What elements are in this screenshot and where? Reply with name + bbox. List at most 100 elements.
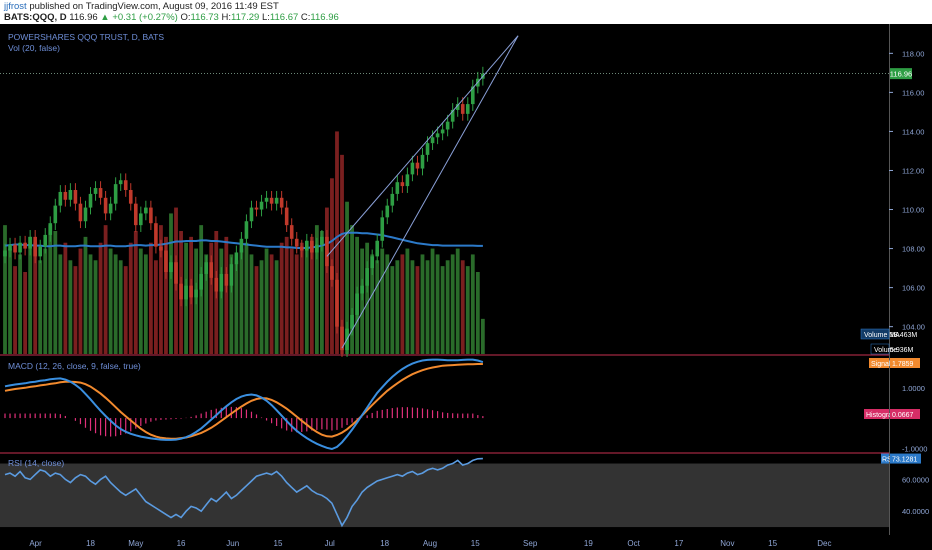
candle-body <box>365 268 369 286</box>
candle-body <box>299 246 304 251</box>
rsi-tick-label[interactable]: 60.0000 <box>902 475 929 484</box>
price-tick-label[interactable]: 106.00 <box>902 284 925 293</box>
volume-bar <box>138 248 143 354</box>
candle-body <box>194 289 198 298</box>
candle-body <box>325 236 329 267</box>
candle-body <box>279 197 284 208</box>
volume-bar <box>244 242 249 354</box>
volume-bar <box>118 260 123 354</box>
candle-body <box>375 240 380 257</box>
volume-bar <box>455 248 460 354</box>
candle-body <box>118 180 123 185</box>
candle-body <box>18 242 22 253</box>
time-tick-label[interactable]: Oct <box>627 539 640 548</box>
candle-body <box>43 234 48 247</box>
last-price: 116.96 <box>69 12 98 23</box>
rsi-pane[interactable]: RSI <box>0 453 894 528</box>
volume-bar <box>375 260 380 354</box>
candle-body <box>53 205 58 224</box>
time-tick-label[interactable]: Aug <box>423 539 437 548</box>
price-tick-label[interactable]: 118.00 <box>902 49 924 58</box>
candle-body <box>420 154 425 169</box>
volume-bar <box>450 254 455 354</box>
candle-body <box>294 238 299 247</box>
time-tick-label[interactable]: 16 <box>177 539 186 548</box>
time-tick-label[interactable]: 17 <box>674 539 683 548</box>
candle-body <box>73 190 78 204</box>
candle-body <box>239 238 244 253</box>
volume-bar <box>435 254 440 354</box>
volume-bar <box>58 254 63 354</box>
rsi-tick-label[interactable]: 40.0000 <box>902 507 929 516</box>
candle-body <box>305 240 309 251</box>
chart-canvas[interactable]: Volume MA18.463MVolume5.936M SignalHisto… <box>0 24 932 550</box>
volume-bar <box>269 254 274 354</box>
volume-bar <box>365 242 370 354</box>
price-tick-label[interactable]: 112.00 <box>902 166 924 175</box>
time-tick-label[interactable]: 15 <box>471 539 480 548</box>
candle-body <box>189 285 193 298</box>
candle-body <box>465 104 470 114</box>
time-tick-label[interactable]: May <box>128 539 143 548</box>
candle-body <box>330 266 334 280</box>
low-label: L: <box>261 12 270 23</box>
time-tick-label[interactable]: Jul <box>325 539 335 548</box>
candle-body <box>164 250 168 272</box>
volume-bar <box>234 260 239 354</box>
candle-body <box>415 162 420 169</box>
candle-body <box>209 262 214 278</box>
candle-body <box>320 236 324 245</box>
volume-bar <box>38 260 43 354</box>
volume-bar <box>294 254 299 354</box>
time-tick-label[interactable]: Sep <box>523 539 538 548</box>
candle-body <box>229 264 234 286</box>
candle-body <box>435 133 440 138</box>
time-tick-label[interactable]: 15 <box>274 539 283 548</box>
macd-indicator-label: MACD (12, 26, close, 9, false, true) <box>8 361 141 371</box>
time-tick-label[interactable]: 15 <box>768 539 777 548</box>
candle-body <box>355 293 359 315</box>
volume-bar <box>274 260 279 354</box>
time-tick-label[interactable]: Apr <box>29 539 42 548</box>
time-tick-label[interactable]: Nov <box>720 539 734 548</box>
price-tick-label[interactable]: 114.00 <box>902 127 924 136</box>
volume-legend-value: 5.936M <box>890 347 914 354</box>
candle-body <box>219 273 224 292</box>
candle-body <box>23 242 27 249</box>
volume-bar <box>73 266 78 354</box>
time-tick-label[interactable]: 18 <box>380 539 389 548</box>
volume-bar <box>279 242 284 354</box>
price-tick-label[interactable]: 110.00 <box>902 206 924 215</box>
publish-info: jjfrost published on TradingView.com, Au… <box>4 1 279 12</box>
volume-bar <box>103 225 108 354</box>
volume-bar <box>113 254 118 354</box>
volume-bar <box>83 236 88 354</box>
volume-bar <box>154 260 158 354</box>
volume-bar <box>440 266 445 354</box>
price-tick-label[interactable]: 104.00 <box>902 323 925 332</box>
rsi-value: 73.1281 <box>892 457 917 464</box>
candle-body <box>83 207 88 222</box>
candle-body <box>440 129 445 134</box>
price-tick-label[interactable]: 116.00 <box>902 88 924 97</box>
candle-body <box>133 203 138 226</box>
time-tick-label[interactable]: Dec <box>817 539 831 548</box>
author-link[interactable]: jjfrost <box>4 1 27 12</box>
volume-bar <box>480 318 485 354</box>
candle-body <box>149 207 153 224</box>
candle-body <box>139 213 143 226</box>
last-price-label[interactable]: 116.96 <box>890 70 912 79</box>
price-tick-label[interactable]: 108.00 <box>902 245 925 254</box>
macd-tick-label[interactable]: -1.0000 <box>902 444 927 453</box>
macd-tick-label[interactable]: 1.0000 <box>902 384 925 393</box>
candle-body <box>154 223 158 247</box>
rsi-indicator-label: RSI (14, close) <box>8 458 64 468</box>
time-tick-label[interactable]: Jun <box>226 539 239 548</box>
candle-body <box>400 182 405 187</box>
time-tick-label[interactable]: 18 <box>86 539 95 548</box>
volume-bar <box>224 236 229 354</box>
volume-bar <box>325 207 329 354</box>
time-tick-label[interactable]: 19 <box>584 539 593 548</box>
candle-body <box>93 188 98 194</box>
volume-bar <box>470 254 475 354</box>
